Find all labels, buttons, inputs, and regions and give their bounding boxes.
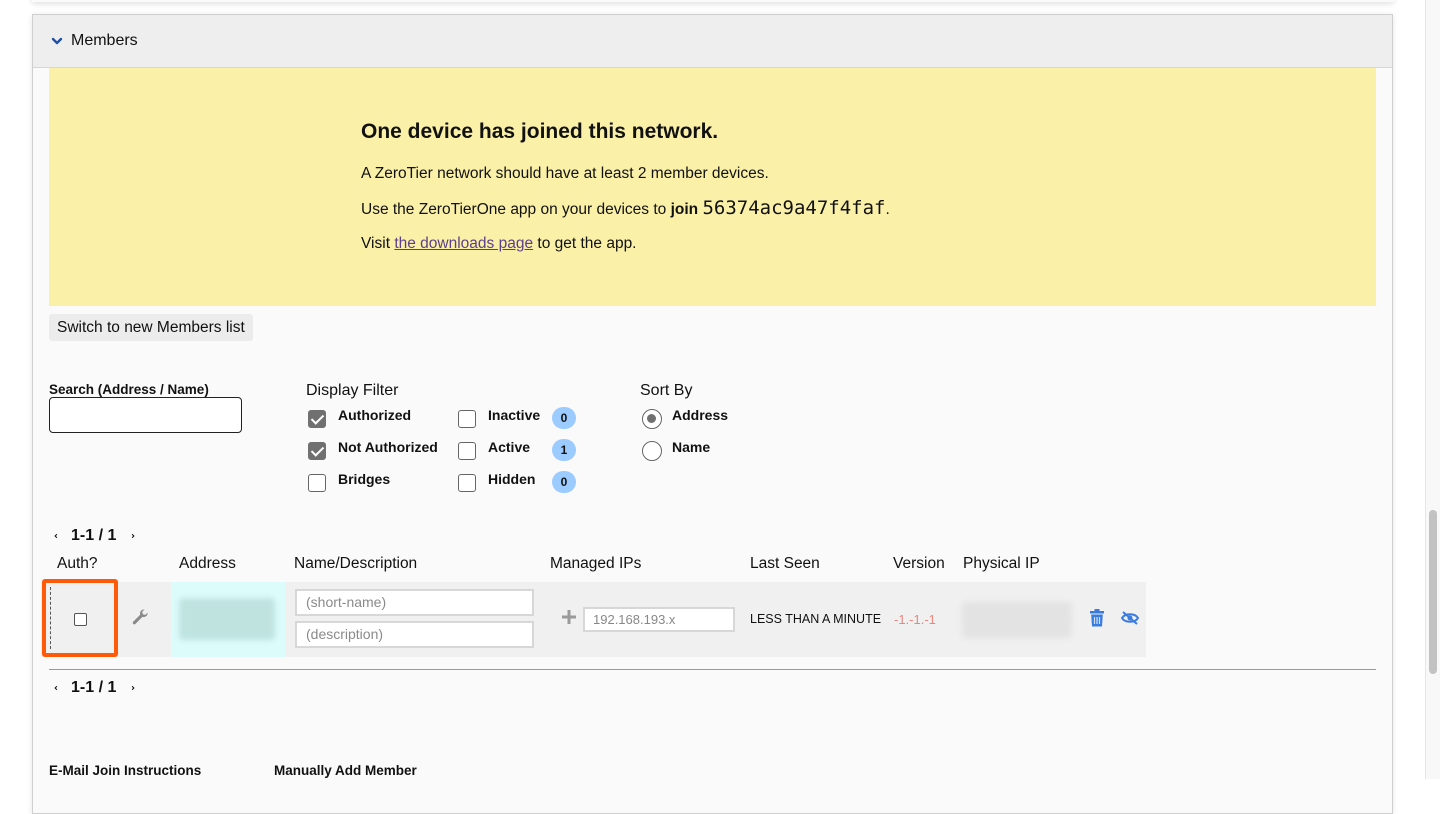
chevron-left-icon[interactable] [49,529,63,543]
hidden-checkbox[interactable] [458,474,476,492]
page-total: 1 [107,679,117,696]
filter-label: Hidden [488,471,536,487]
downloads-page-link[interactable]: the downloads page [394,235,533,252]
focus-outline [50,587,51,649]
notice-line-2-text: Use the ZeroTierOne app on your devices … [361,201,671,218]
inactive-count-badge: 0 [552,407,576,429]
page-range: 1-1 [71,679,95,696]
authorized-checkbox[interactable] [308,410,326,428]
version-value: -1.-1.-1 [894,612,936,627]
trash-icon[interactable] [1089,609,1105,627]
wrench-icon[interactable] [130,607,150,627]
notice-line-2: Use the ZeroTierOne app on your devices … [361,198,890,220]
auth-cell-highlight [42,579,118,657]
notice-line-3-end: to get the app. [533,235,637,252]
bridges-checkbox[interactable] [308,474,326,492]
filter-bridges[interactable]: Bridges [308,471,390,492]
sort-by-title: Sort By [640,382,693,399]
filter-label: Authorized [338,407,412,423]
inactive-checkbox[interactable] [458,410,476,428]
pagination-top: 1-1 / 1 [49,527,140,545]
short-name-input[interactable]: (short-name) [295,589,534,616]
notice-line-3-text: Visit [361,235,395,252]
last-seen-value: LESS THAN A MINUTE [750,612,882,626]
pagination-text: 1-1 / 1 [71,527,116,545]
header-last-seen: Last Seen [750,555,820,572]
header-address: Address [179,555,236,572]
page-total: 1 [107,527,117,544]
chevron-down-icon [51,37,63,45]
managed-ip-input[interactable]: 192.168.193.x [583,607,735,632]
filter-not-authorized[interactable]: Not Authorized [308,439,438,460]
chevron-right-icon[interactable] [126,529,140,543]
header-version: Version [893,555,945,572]
header-managed-ips: Managed IPs [550,555,642,572]
page-range: 1-1 [71,527,95,544]
notice-line-2-end: . [885,201,890,218]
join-notice: One device has joined this network. A Ze… [49,68,1376,306]
plus-icon[interactable] [561,609,577,625]
not-authorized-checkbox[interactable] [308,442,326,460]
sort-name[interactable]: Name [642,439,710,461]
filter-label: Bridges [338,471,391,487]
notice-heading: One device has joined this network. [361,120,719,143]
authorize-checkbox[interactable] [74,613,87,626]
notice-line-3: Visit the downloads page to get the app. [361,234,890,254]
filter-active[interactable]: Active [458,439,530,460]
email-join-instructions-label: E-Mail Join Instructions [49,763,202,778]
header-auth: Auth? [57,555,98,572]
previous-section-card [32,0,1394,2]
hidden-count-badge: 0 [552,471,576,493]
sort-name-radio[interactable] [642,441,662,461]
chevron-left-icon[interactable] [49,681,63,695]
physical-ip-blurred [962,602,1072,638]
filter-inactive[interactable]: Inactive [458,407,540,428]
filter-label: Inactive [488,407,541,423]
active-checkbox[interactable] [458,442,476,460]
member-address-blurred [179,598,275,640]
search-label: Search (Address / Name) [49,382,209,397]
active-count-badge: 1 [552,439,576,461]
members-panel-header[interactable]: Members [33,15,1392,68]
scrollbar-thumb[interactable] [1429,510,1437,674]
sort-address[interactable]: Address [642,407,728,429]
description-input[interactable]: (description) [295,621,534,648]
table-divider [49,669,1376,670]
members-panel-title: Members [71,32,138,49]
notice-line-1: A ZeroTier network should have at least … [361,165,769,182]
header-physical-ip: Physical IP [963,555,1040,572]
address-cell [171,582,285,657]
page: Members One device has joined this netwo… [0,0,1440,814]
members-panel: Members One device has joined this netwo… [32,14,1393,814]
network-id: 56374ac9a47f4faf [702,197,886,219]
filter-hidden[interactable]: Hidden [458,471,535,492]
filter-authorized[interactable]: Authorized [308,407,411,428]
page-sep: / [98,679,104,696]
header-name-description: Name/Description [294,555,418,572]
sort-address-radio[interactable] [642,409,662,429]
page-sep: / [98,527,104,544]
search-input[interactable] [49,397,242,433]
filter-label: Active [488,439,531,455]
filter-label: Not Authorized [338,439,438,455]
switch-members-list-button[interactable]: Switch to new Members list [49,314,253,341]
chevron-right-icon[interactable] [126,681,140,695]
pagination-bottom: 1-1 / 1 [49,679,140,697]
join-word: join [670,201,699,218]
sort-label: Name [672,439,711,455]
display-filter-title: Display Filter [306,382,399,399]
sort-label: Address [672,407,729,423]
pagination-text: 1-1 / 1 [71,679,116,697]
eye-slash-icon[interactable] [1120,610,1140,626]
manually-add-member-label: Manually Add Member [274,763,417,778]
